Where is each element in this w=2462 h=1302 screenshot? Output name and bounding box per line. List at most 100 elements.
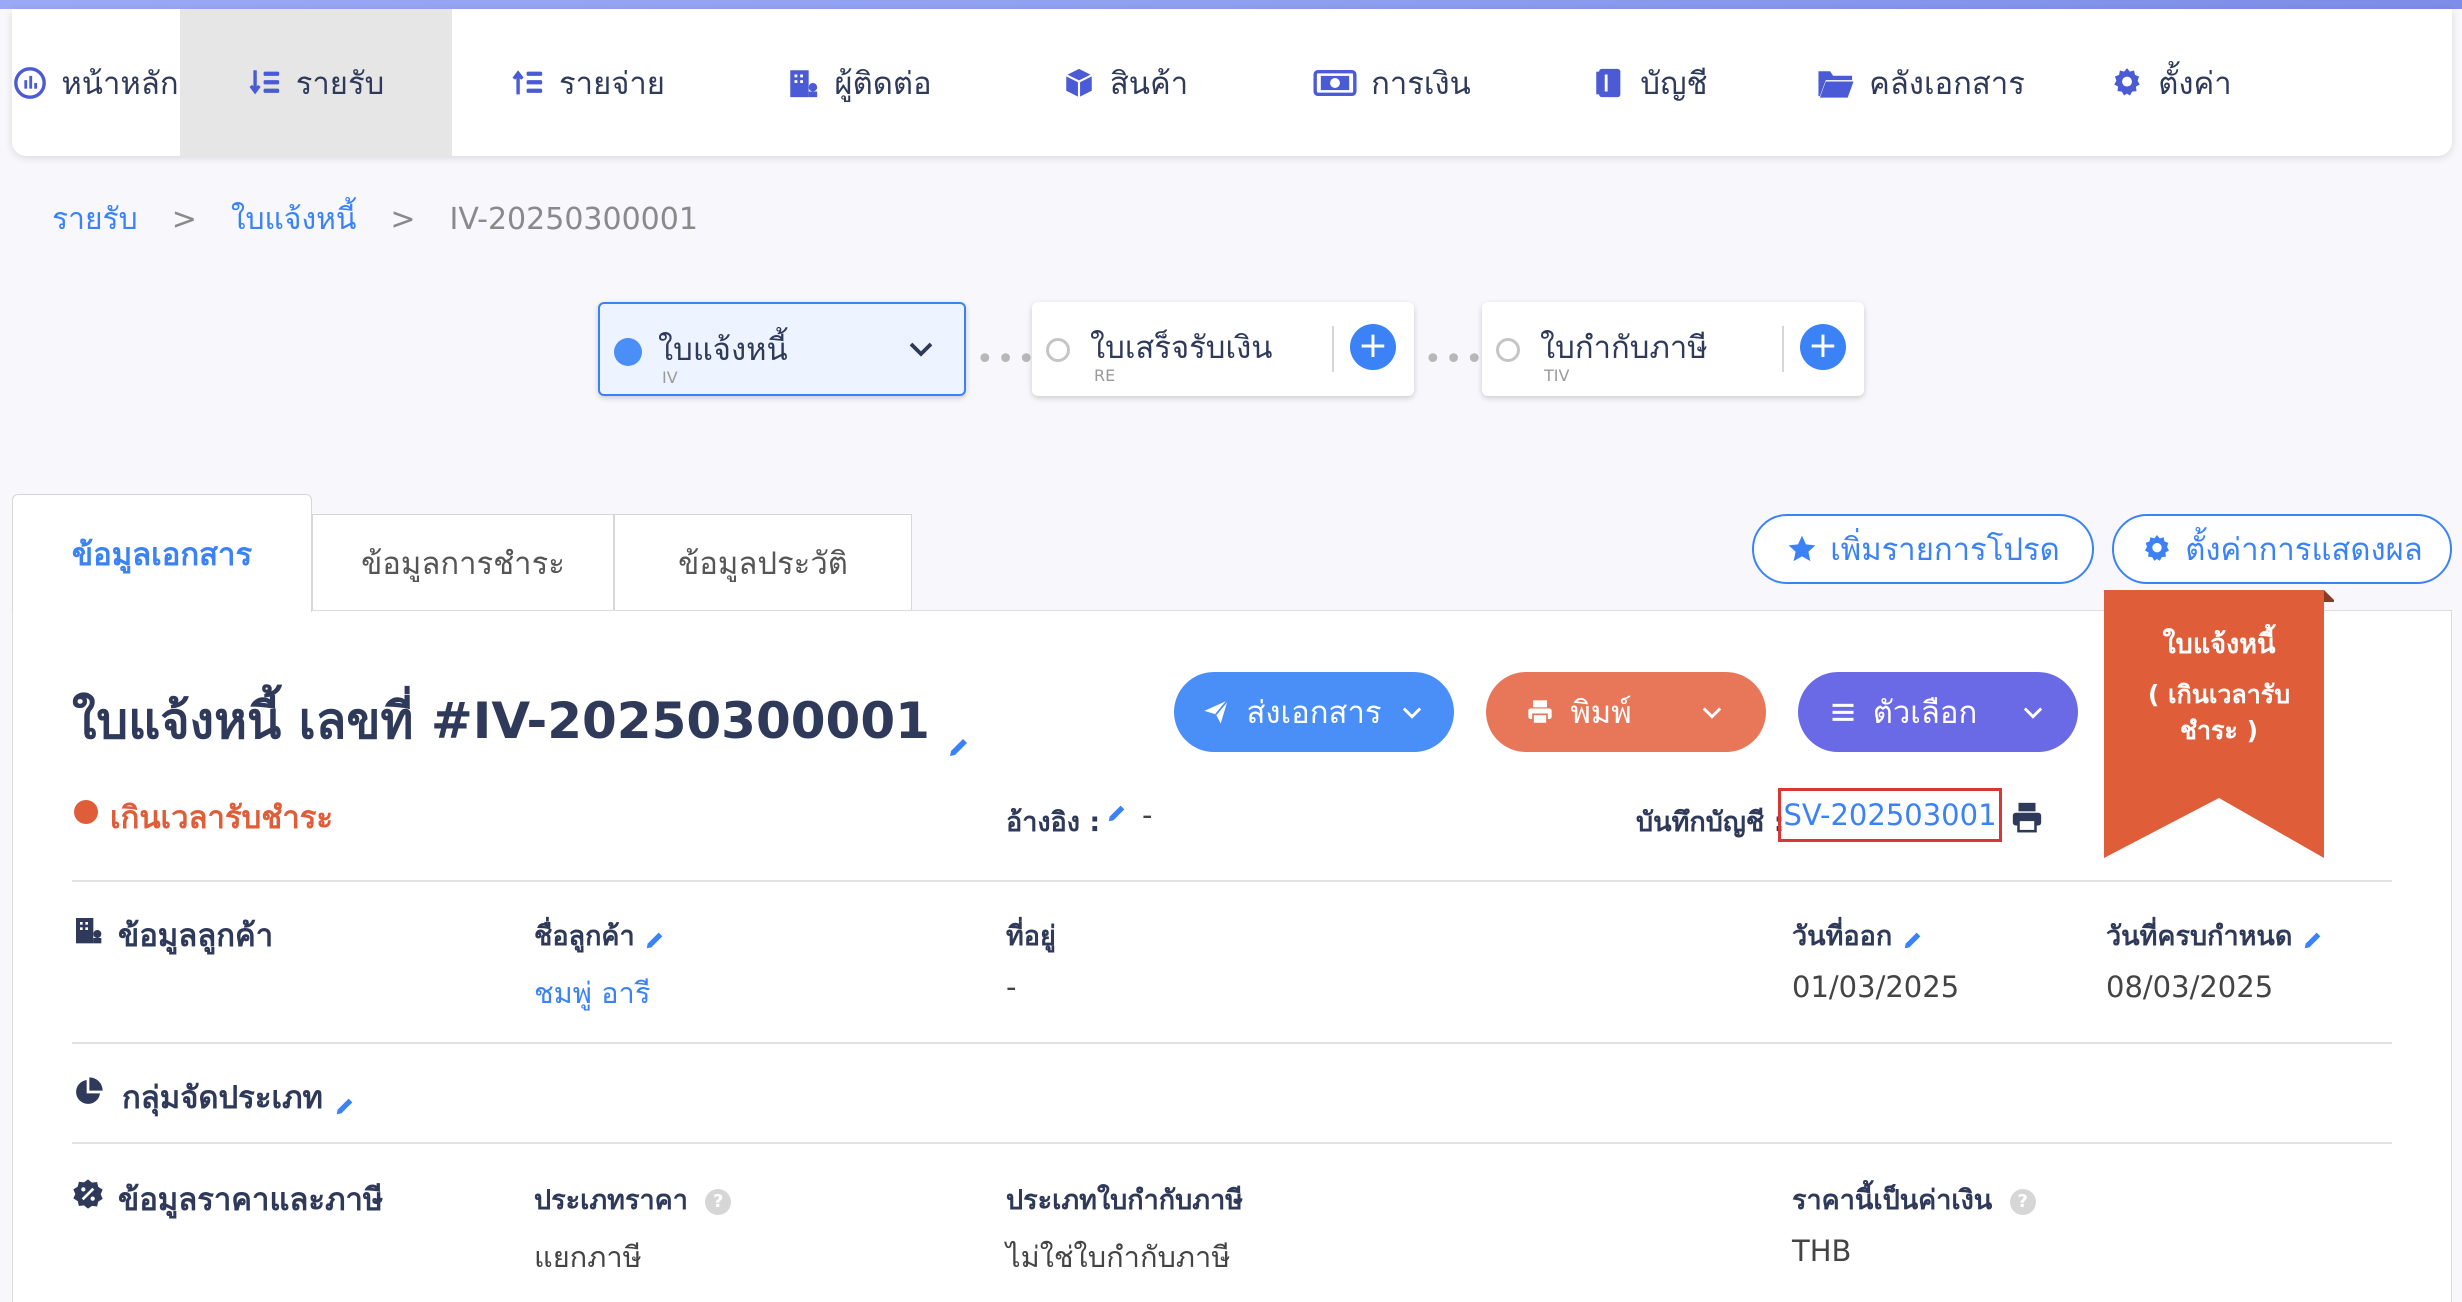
tax-invoice-type-label: ประเภทใบกำกับภาษี bbox=[1006, 1185, 1244, 1216]
paper-plane-icon bbox=[1202, 698, 1230, 726]
display-settings-button[interactable]: ตั้งค่าการแสดงผล bbox=[2112, 514, 2452, 584]
building-icon bbox=[72, 914, 104, 946]
nav-item-documents[interactable]: คลังเอกสาร bbox=[1772, 9, 2070, 156]
flow-step-tax-invoice[interactable]: ใบกำกับภาษี TIV + bbox=[1482, 302, 1864, 396]
chevron-down-icon[interactable] bbox=[906, 334, 936, 364]
category-section-title-text: กลุ่มจัดประเภท bbox=[122, 1080, 323, 1116]
customer-name-label-text: ชื่อลูกค้า bbox=[534, 921, 635, 952]
help-icon[interactable]: ? bbox=[705, 1188, 732, 1215]
edit-pencil-icon[interactable] bbox=[1106, 802, 1128, 824]
printer-icon[interactable] bbox=[2010, 800, 2044, 834]
nav-item-settings[interactable]: ตั้งค่า bbox=[2070, 9, 2272, 156]
flow-step-invoice[interactable]: ใบแจ้งหนี้ IV bbox=[598, 302, 966, 396]
breadcrumb-separator: > bbox=[171, 202, 197, 237]
add-receipt-button[interactable]: + bbox=[1350, 324, 1396, 370]
issue-date-value: 01/03/2025 bbox=[1792, 970, 1960, 1004]
price-type-value: แยกภาษี bbox=[534, 1240, 642, 1274]
add-favorite-button[interactable]: เพิ่มรายการโปรด bbox=[1752, 514, 2094, 584]
tab-history-info[interactable]: ข้อมูลประวัติ bbox=[614, 514, 912, 610]
percent-badge-icon bbox=[72, 1178, 104, 1210]
address-label: ที่อยู่ bbox=[1006, 921, 1056, 952]
dashboard-icon bbox=[13, 66, 47, 100]
income-icon bbox=[248, 66, 282, 100]
chevron-down-icon[interactable] bbox=[1698, 698, 1726, 726]
nav-item-label: สินค้า bbox=[1109, 65, 1189, 102]
tab-label: ข้อมูลเอกสาร bbox=[71, 536, 253, 573]
menu-icon bbox=[1829, 698, 1857, 726]
nav-item-expense[interactable]: รายจ่าย bbox=[452, 9, 724, 156]
nav-item-products[interactable]: สินค้า bbox=[994, 9, 1256, 156]
customer-section-title: ข้อมูลลูกค้า bbox=[118, 918, 274, 954]
flow-step-divider bbox=[1332, 326, 1334, 372]
edit-pencil-icon[interactable] bbox=[1902, 927, 1924, 949]
flow-step-divider bbox=[1782, 326, 1784, 372]
nav-item-contacts[interactable]: ผู้ติดต่อ bbox=[724, 9, 994, 156]
price-type-label-text: ประเภทราคา bbox=[534, 1185, 688, 1216]
flow-step-dot bbox=[1046, 338, 1070, 362]
chevron-down-icon bbox=[2019, 698, 2047, 726]
document-title-text: ใบแจ้งหนี้ เลขที่ #IV-20250300001 bbox=[72, 692, 930, 750]
issue-date-label-text: วันที่ออก bbox=[1792, 921, 1893, 952]
display-settings-label: ตั้งค่าการแสดงผล bbox=[2185, 532, 2423, 568]
status-dot bbox=[74, 800, 98, 824]
account-record-link[interactable]: SV-202503001 bbox=[1778, 788, 2002, 842]
nav-item-label: ตั้งค่า bbox=[2158, 65, 2232, 102]
tab-label: ข้อมูลการชำระ bbox=[361, 545, 565, 582]
print-button[interactable]: พิมพ์ bbox=[1486, 672, 1766, 752]
star-icon bbox=[1786, 533, 1818, 565]
send-document-button[interactable]: ส่งเอกสาร bbox=[1174, 672, 1454, 752]
breadcrumb-invoice[interactable]: ใบแจ้งหนี้ bbox=[231, 196, 357, 243]
ledger-icon bbox=[1592, 66, 1626, 100]
nav-item-finance[interactable]: การเงิน bbox=[1256, 9, 1528, 156]
ribbon-line-2: ชำระ ) bbox=[2180, 716, 2258, 745]
edit-pencil-icon[interactable] bbox=[2302, 927, 2324, 949]
nav-item-accounting[interactable]: บัญชี bbox=[1528, 9, 1772, 156]
send-document-label: ส่งเอกสาร bbox=[1246, 695, 1382, 731]
expense-icon bbox=[511, 66, 545, 100]
flow-step-receipt[interactable]: ใบเสร็จรับเงิน RE + bbox=[1032, 302, 1414, 396]
tab-label: ข้อมูลประวัติ bbox=[678, 545, 848, 582]
due-date-value: 08/03/2025 bbox=[2106, 970, 2274, 1004]
divider bbox=[72, 880, 2392, 882]
status-text: เกินเวลารับชำระ bbox=[110, 800, 334, 836]
edit-pencil-icon[interactable] bbox=[947, 713, 971, 756]
edit-pencil-icon[interactable] bbox=[644, 927, 666, 949]
flow-step-dot bbox=[614, 338, 642, 366]
pie-chart-icon bbox=[72, 1076, 104, 1108]
help-icon[interactable]: ? bbox=[2009, 1188, 2036, 1215]
nav-item-label: รายจ่าย bbox=[559, 65, 665, 102]
ribbon-title: ใบแจ้งหนี้ bbox=[2162, 629, 2276, 660]
building-icon bbox=[786, 66, 820, 100]
nav-item-income[interactable]: รายรับ bbox=[180, 9, 452, 156]
customer-name-label: ชื่อลูกค้า bbox=[534, 914, 666, 957]
flow-step-code: RE bbox=[1094, 366, 1116, 385]
options-button[interactable]: ตัวเลือก bbox=[1798, 672, 2078, 752]
main-nav: หน้าหลัก รายรับ รายจ่าย ผู้ติดต่อ สินค้า… bbox=[12, 9, 2452, 156]
flow-connector: ••• bbox=[976, 342, 1039, 377]
add-favorite-label: เพิ่มรายการโปรด bbox=[1830, 532, 2060, 568]
top-accent-bar bbox=[0, 0, 2462, 9]
due-date-label: วันที่ครบกำหนด bbox=[2106, 914, 2324, 957]
customer-name-value[interactable]: ชมพู่ อารี bbox=[534, 970, 650, 1016]
nav-item-label: ผู้ติดต่อ bbox=[834, 65, 932, 102]
currency-label-text: ราคานี้เป็นค่าเงิน bbox=[1792, 1185, 1993, 1216]
nav-item-label: คลังเอกสาร bbox=[1869, 65, 2025, 102]
due-date-label-text: วันที่ครบกำหนด bbox=[2106, 921, 2293, 952]
tab-document-info[interactable]: ข้อมูลเอกสาร bbox=[12, 494, 312, 612]
issue-date-label: วันที่ออก bbox=[1792, 914, 1924, 957]
currency-label: ราคานี้เป็นค่าเงิน ? bbox=[1792, 1178, 2036, 1221]
money-icon bbox=[1313, 66, 1357, 100]
breadcrumb-income[interactable]: รายรับ bbox=[52, 196, 138, 243]
nav-item-label: บัญชี bbox=[1640, 65, 1708, 102]
flow-step-title: ใบเสร็จรับเงิน bbox=[1090, 330, 1273, 366]
edit-pencil-icon[interactable] bbox=[334, 1089, 356, 1114]
document-title: ใบแจ้งหนี้ เลขที่ #IV-20250300001 bbox=[72, 682, 971, 761]
nav-item-label: การเงิน bbox=[1371, 65, 1471, 102]
reference-label: อ้างอิง : bbox=[1006, 807, 1101, 838]
nav-item-home[interactable]: หน้าหลัก bbox=[12, 9, 180, 156]
chevron-down-icon bbox=[1398, 698, 1426, 726]
category-section-title: กลุ่มจัดประเภท bbox=[122, 1072, 356, 1122]
breadcrumb-separator: > bbox=[390, 202, 416, 237]
tab-payment-info[interactable]: ข้อมูลการชำระ bbox=[312, 514, 614, 610]
add-tax-invoice-button[interactable]: + bbox=[1800, 324, 1846, 370]
